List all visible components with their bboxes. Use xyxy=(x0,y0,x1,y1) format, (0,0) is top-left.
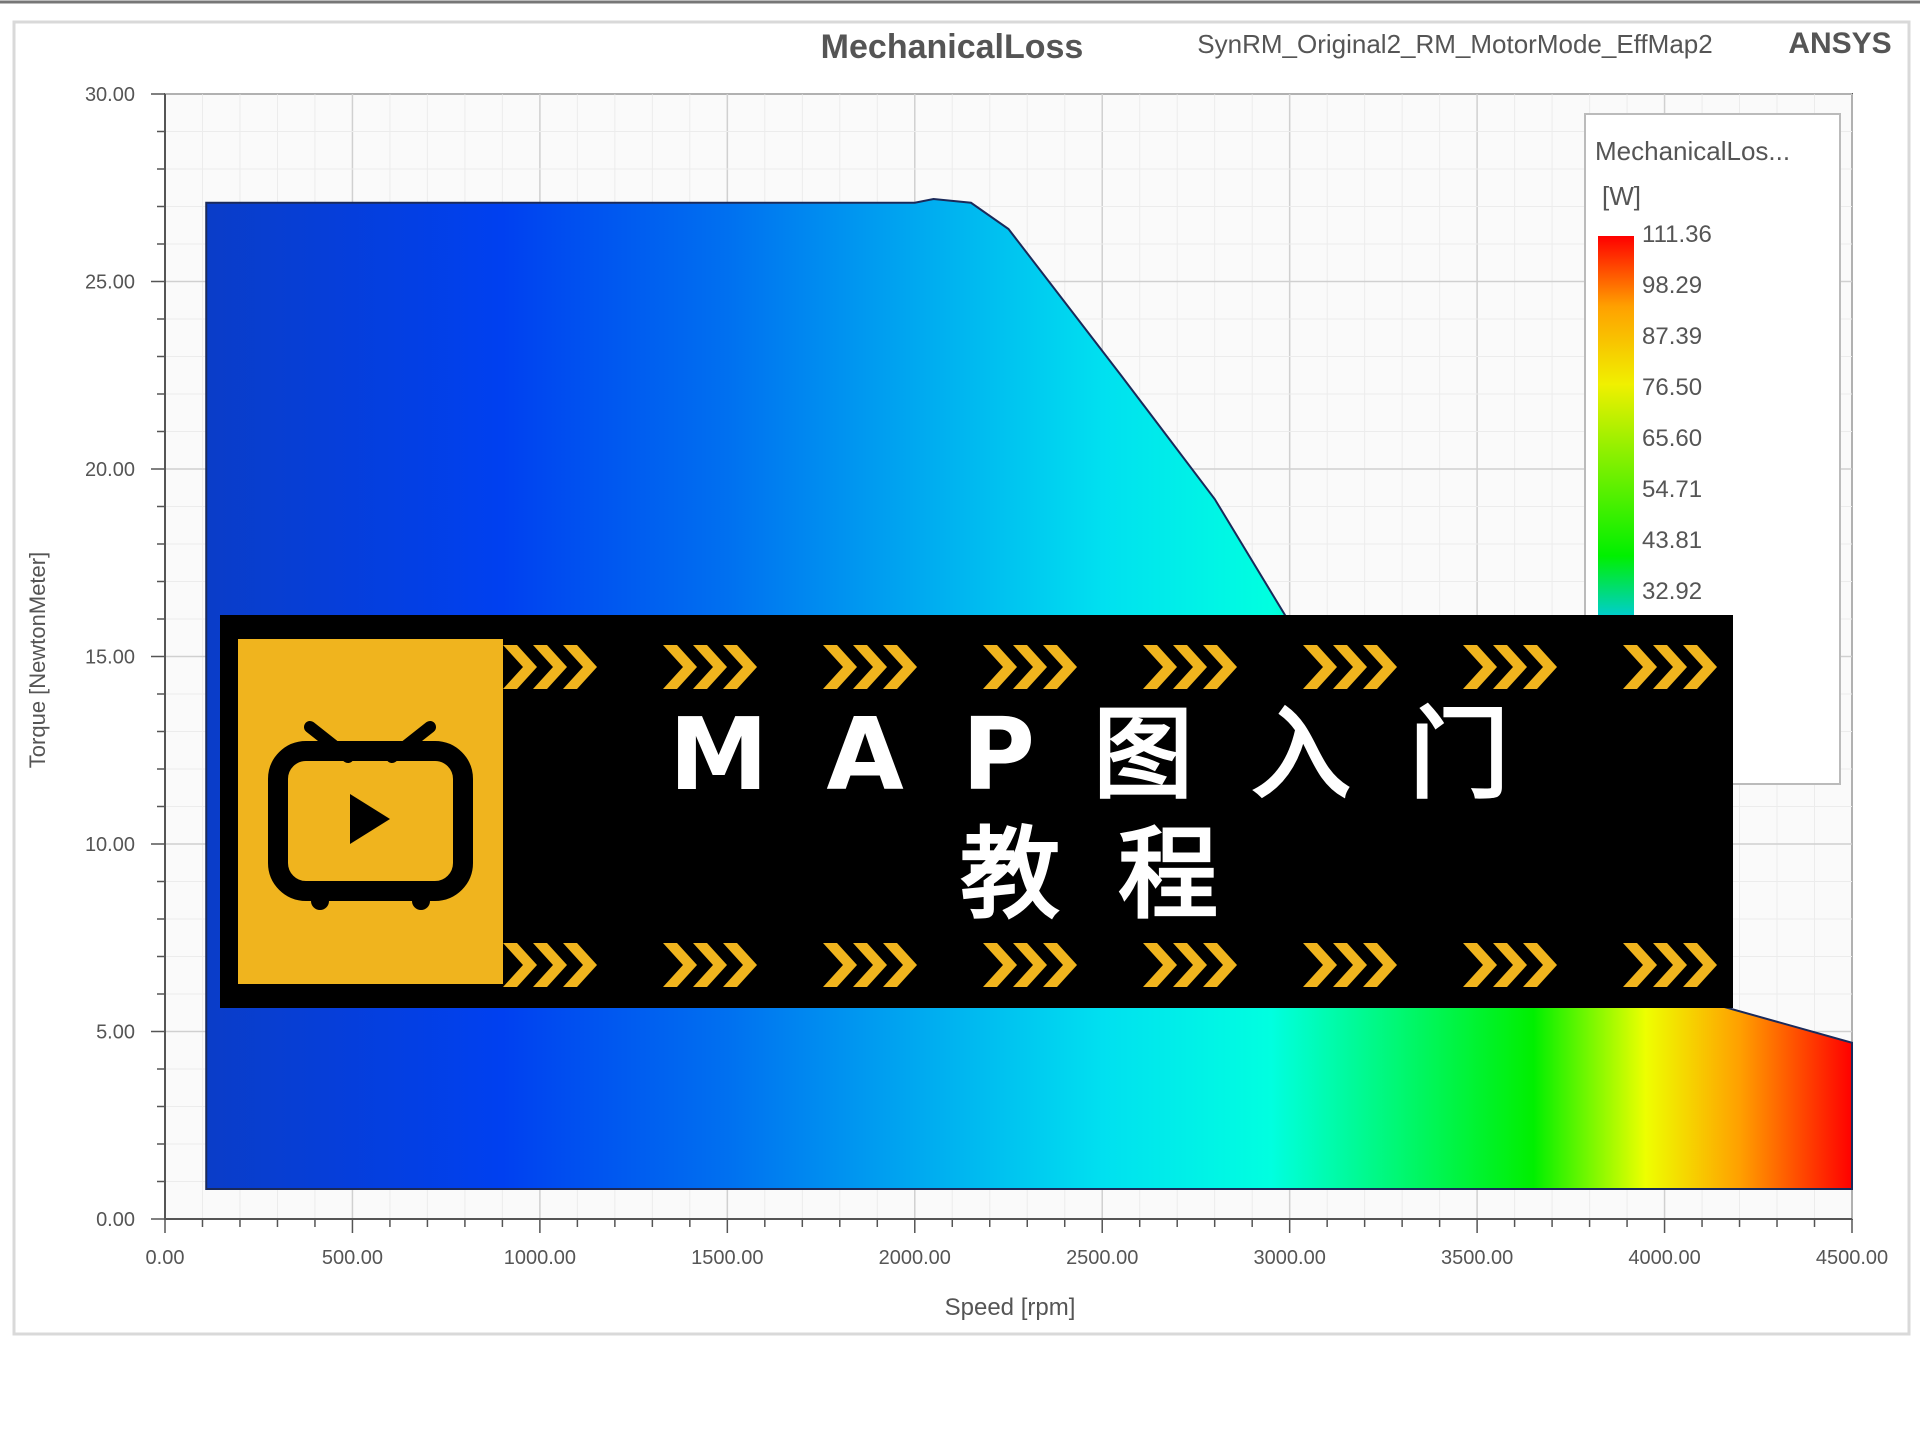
x-tick-label: 0.00 xyxy=(146,1247,185,1269)
legend-color-bar xyxy=(1598,236,1634,626)
chevron-arrow-icon xyxy=(1203,645,1237,689)
chevron-arrow-icon xyxy=(563,943,597,987)
chevron-arrow-icon xyxy=(1013,645,1047,689)
chevron-arrow-icon xyxy=(1043,645,1077,689)
chevron-arrow-icon xyxy=(1683,943,1717,987)
chevron-arrow-icon xyxy=(693,943,727,987)
chevron-arrow-icon xyxy=(1203,943,1237,987)
y-tick-label: 25.00 xyxy=(85,272,135,294)
y-tick-label: 10.00 xyxy=(85,834,135,856)
chevron-arrow-icon xyxy=(1523,943,1557,987)
chevron-arrow-icon xyxy=(1653,943,1687,987)
legend-value-label: 54.71 xyxy=(1642,476,1702,503)
legend-unit: [W] xyxy=(1602,181,1641,211)
tv-play-icon xyxy=(268,721,473,910)
chevron-arrow-icon xyxy=(1173,943,1207,987)
chevron-arrow-icon xyxy=(693,645,727,689)
y-axis-label: Torque [NewtonMeter] xyxy=(25,552,50,768)
chevron-arrow-icon xyxy=(1013,943,1047,987)
chevrons-bottom xyxy=(503,943,1717,987)
chevron-arrow-icon xyxy=(1333,645,1367,689)
chevron-arrow-icon xyxy=(533,645,567,689)
chevron-arrow-icon xyxy=(663,645,697,689)
chevron-arrow-icon xyxy=(883,943,917,987)
y-tick-label: 30.00 xyxy=(85,84,135,106)
chevron-arrow-icon xyxy=(1143,645,1177,689)
chevron-arrow-icon xyxy=(983,943,1017,987)
chevron-arrow-icon xyxy=(823,645,857,689)
chevron-arrow-icon xyxy=(823,943,857,987)
chevrons-top xyxy=(503,645,1717,689)
chevron-arrow-icon xyxy=(1623,943,1657,987)
y-tick-label: 5.00 xyxy=(96,1022,135,1044)
legend-value-label: 65.60 xyxy=(1642,425,1702,452)
chevron-arrow-icon xyxy=(1623,645,1657,689)
chevron-arrow-icon xyxy=(1653,645,1687,689)
tv-icon-box xyxy=(238,639,503,984)
chevron-arrow-icon xyxy=(1303,645,1337,689)
y-tick-label: 0.00 xyxy=(96,1209,135,1231)
chevron-arrow-icon xyxy=(563,645,597,689)
chart-title: MechanicalLoss xyxy=(821,28,1084,66)
legend-title: MechanicalLos... xyxy=(1595,136,1790,166)
legend-value-label: 43.81 xyxy=(1642,527,1702,554)
chevron-arrow-icon xyxy=(1493,943,1527,987)
x-tick-label: 1000.00 xyxy=(504,1247,576,1269)
chevron-arrow-icon xyxy=(1523,645,1557,689)
x-tick-label: 3500.00 xyxy=(1441,1247,1513,1269)
chevron-arrow-icon xyxy=(723,645,757,689)
chevron-arrow-icon xyxy=(1173,645,1207,689)
chevron-arrow-icon xyxy=(1493,645,1527,689)
banner-title-line2: 教程 xyxy=(960,816,1276,933)
y-tick-label: 20.00 xyxy=(85,459,135,481)
x-tick-label: 2000.00 xyxy=(879,1247,951,1269)
chevron-arrow-icon xyxy=(1463,645,1497,689)
chevron-arrow-icon xyxy=(1043,943,1077,987)
chevron-arrow-icon xyxy=(503,645,537,689)
legend-value-label: 98.29 xyxy=(1642,272,1702,299)
x-tick-label: 2500.00 xyxy=(1066,1247,1138,1269)
x-tick-label: 500.00 xyxy=(322,1247,383,1269)
chevron-arrow-icon xyxy=(1463,943,1497,987)
x-tick-label: 3000.00 xyxy=(1254,1247,1326,1269)
y-tick-label: 15.00 xyxy=(85,647,135,669)
legend-value-label: 76.50 xyxy=(1642,374,1702,401)
chevron-arrow-icon xyxy=(853,943,887,987)
chevron-arrow-icon xyxy=(1363,645,1397,689)
banner-title-line1: MAP图入门 xyxy=(668,696,1568,813)
chevron-arrow-icon xyxy=(503,943,537,987)
chevron-arrow-icon xyxy=(983,645,1017,689)
legend-value-label: 32.92 xyxy=(1642,578,1702,605)
chart-subtitle: SynRM_Original2_RM_MotorMode_EffMap2 xyxy=(1197,29,1712,59)
x-tick-label: 4500.00 xyxy=(1816,1247,1888,1269)
legend-value-label: 111.36 xyxy=(1642,221,1712,248)
legend-value-label: 87.39 xyxy=(1642,323,1702,350)
tutorial-banner: MAP图入门 教程 xyxy=(220,615,1733,1008)
chevron-arrow-icon xyxy=(723,943,757,987)
chevron-arrow-icon xyxy=(1303,943,1337,987)
chevron-arrow-icon xyxy=(1333,943,1367,987)
x-tick-label: 4000.00 xyxy=(1628,1247,1700,1269)
x-axis-label: Speed [rpm] xyxy=(945,1294,1076,1321)
chevron-arrow-icon xyxy=(533,943,567,987)
chevron-arrow-icon xyxy=(1363,943,1397,987)
chevron-arrow-icon xyxy=(853,645,887,689)
chevron-arrow-icon xyxy=(883,645,917,689)
chevron-arrow-icon xyxy=(1143,943,1177,987)
chevron-arrow-icon xyxy=(663,943,697,987)
brand-label: ANSYS xyxy=(1788,27,1891,60)
chevron-arrow-icon xyxy=(1683,645,1717,689)
x-tick-label: 1500.00 xyxy=(691,1247,763,1269)
